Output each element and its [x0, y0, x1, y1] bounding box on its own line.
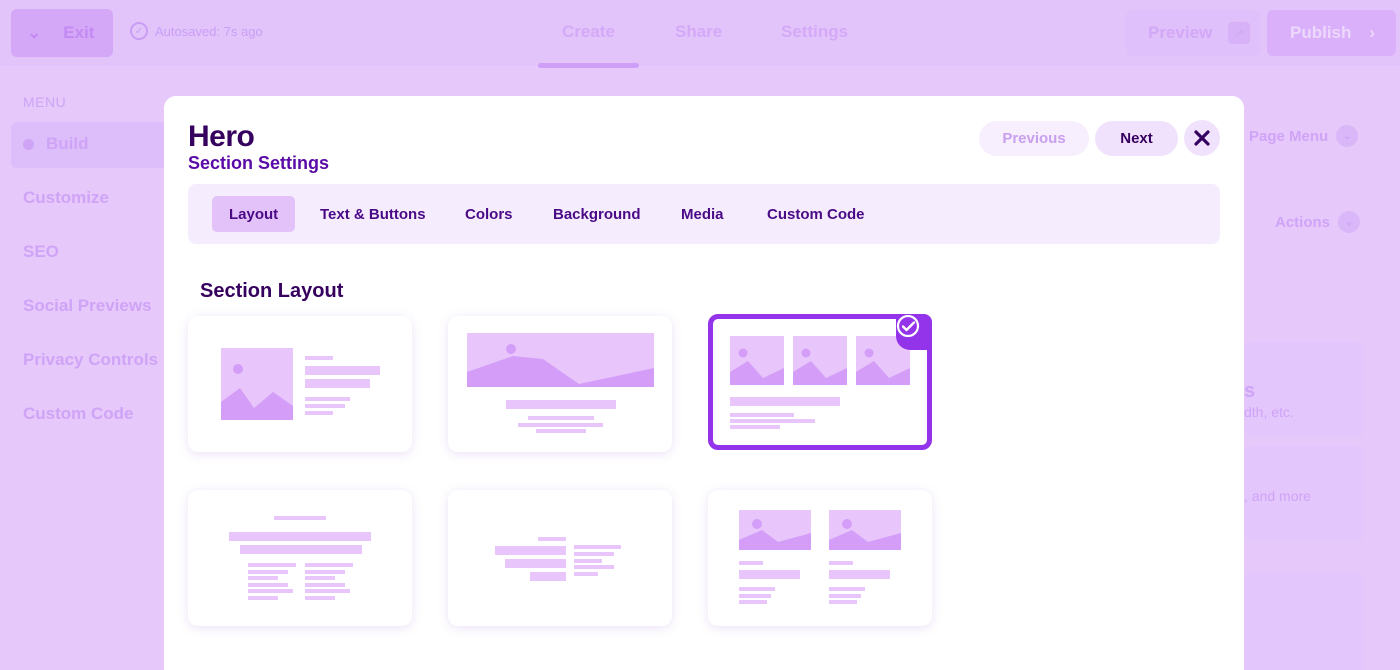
preview-label: Preview	[1148, 23, 1213, 42]
publish-button[interactable]: Publish ›	[1267, 10, 1396, 56]
sidebar-menu-label: MENU	[23, 94, 67, 110]
chevron-right-icon: ›	[1369, 23, 1376, 42]
card-desc-fragment: , and more	[1244, 488, 1311, 504]
tab-share[interactable]: Share	[675, 22, 722, 42]
option-card[interactable]	[1244, 342, 1364, 437]
tab-settings[interactable]: Settings	[781, 22, 848, 42]
next-button[interactable]: Next	[1095, 121, 1178, 156]
settings-tab-bar: Layout Text & Buttons Colors Background …	[188, 184, 1220, 244]
sidebar-item-build[interactable]: Build	[23, 134, 89, 154]
close-icon	[1194, 130, 1210, 146]
actions-label: Actions	[1275, 213, 1331, 231]
autosave-status: ✓ Autosaved: 7s ago	[130, 22, 263, 40]
sidebar-item-label: SEO	[23, 242, 59, 261]
card-desc-fragment: dth, etc.	[1244, 404, 1294, 420]
layout-option-image-top[interactable]	[448, 316, 672, 452]
chevron-down-icon: ⌄	[27, 23, 42, 42]
actions-dropdown[interactable]: Actions ⌄	[1275, 211, 1361, 233]
top-bar: ⌄ Exit ✓ Autosaved: 7s ago Create Share …	[0, 0, 1400, 68]
layout-thumbnail-icon	[739, 510, 901, 604]
active-tab-indicator	[538, 63, 639, 68]
page-menu-label: Page Menu	[1249, 127, 1329, 145]
sidebar-item-label: Custom Code	[23, 404, 134, 423]
layout-option-three-images[interactable]	[708, 314, 932, 450]
sidebar-item-custom-code[interactable]: Custom Code	[23, 404, 134, 424]
layout-thumbnail-icon	[467, 333, 654, 433]
tab-layout[interactable]: Layout	[212, 196, 296, 232]
check-circle-icon: ✓	[130, 22, 148, 40]
chevron-down-icon: ⌄	[1336, 125, 1359, 147]
layout-thumbnail-icon	[221, 348, 380, 420]
modal-title: Hero	[188, 120, 255, 153]
selected-badge	[896, 314, 932, 350]
option-card[interactable]	[1244, 572, 1364, 670]
modal-subtitle: Section Settings	[188, 153, 330, 173]
sidebar-item-social-previews[interactable]: Social Previews	[23, 296, 152, 316]
sidebar-item-label: Customize	[23, 188, 109, 207]
sidebar-item-privacy-controls[interactable]: Privacy Controls	[23, 350, 158, 370]
layout-option-image-left[interactable]	[188, 316, 412, 452]
layout-option-two-images[interactable]	[708, 490, 932, 626]
tab-custom-code[interactable]: Custom Code	[750, 196, 882, 232]
sidebar-item-label: Privacy Controls	[23, 350, 159, 369]
sidebar-item-seo[interactable]: SEO	[23, 242, 59, 262]
tab-background[interactable]: Background	[536, 196, 658, 232]
section-settings-modal: Hero Section Settings Previous Next Layo…	[164, 96, 1244, 670]
page-menu-dropdown[interactable]: Page Menu ⌄	[1249, 125, 1359, 147]
tab-media[interactable]: Media	[664, 196, 741, 232]
previous-button[interactable]: Previous	[979, 121, 1089, 156]
preview-button[interactable]: Preview ↗	[1126, 10, 1260, 56]
layout-thumbnail-icon	[229, 516, 371, 600]
exit-button[interactable]: ⌄ Exit	[11, 9, 113, 57]
layout-thumbnail-icon	[495, 537, 621, 581]
tab-colors[interactable]: Colors	[448, 196, 530, 232]
autosave-text: Autosaved: 7s ago	[155, 23, 263, 39]
external-link-icon: ↗	[1228, 22, 1251, 44]
sidebar-item-label: Build	[46, 134, 89, 153]
close-button[interactable]	[1184, 120, 1220, 156]
tab-create[interactable]: Create	[562, 22, 615, 42]
bullet-icon	[23, 138, 34, 150]
layout-option-text-columns[interactable]	[188, 490, 412, 626]
tab-text-buttons[interactable]: Text & Buttons	[303, 196, 443, 232]
check-circle-icon	[896, 314, 920, 338]
exit-label: Exit	[63, 23, 95, 42]
card-title-fragment: s	[1244, 380, 1256, 402]
layout-option-split-text[interactable]	[448, 490, 672, 626]
sidebar-item-customize[interactable]: Customize	[23, 188, 109, 208]
sidebar-item-label: Social Previews	[23, 296, 152, 315]
publish-label: Publish	[1290, 23, 1352, 42]
section-layout-title: Section Layout	[200, 280, 344, 302]
chevron-down-icon: ⌄	[1338, 211, 1361, 233]
